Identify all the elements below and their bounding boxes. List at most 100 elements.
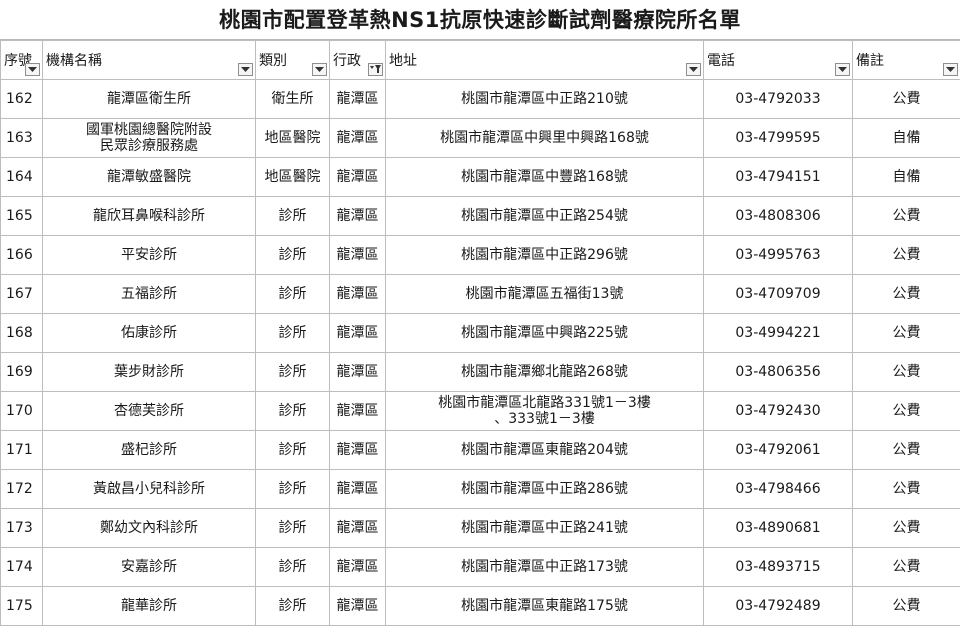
cell-category[interactable]: 衛生所 — [256, 80, 330, 119]
cell-name[interactable]: 龍潭敏盛醫院 — [43, 158, 256, 197]
cell-address[interactable]: 桃園市龍潭區東龍路175號 — [386, 587, 704, 626]
cell-phone[interactable]: 03-4792061 — [704, 431, 853, 470]
cell-category[interactable]: 診所 — [256, 353, 330, 392]
cell-note[interactable]: 公費 — [853, 80, 960, 119]
cell-district[interactable]: 龍潭區 — [330, 431, 386, 470]
cell-address[interactable]: 桃園市龍潭區東龍路204號 — [386, 431, 704, 470]
cell-district[interactable]: 龍潭區 — [330, 119, 386, 158]
cell-district[interactable]: 龍潭區 — [330, 80, 386, 119]
cell-category[interactable]: 診所 — [256, 314, 330, 353]
cell-category[interactable]: 診所 — [256, 392, 330, 431]
cell-seq[interactable]: 175 — [1, 587, 43, 626]
cell-note[interactable]: 自備 — [853, 119, 960, 158]
cell-note[interactable]: 自備 — [853, 158, 960, 197]
cell-category[interactable]: 地區醫院 — [256, 119, 330, 158]
cell-seq[interactable]: 162 — [1, 80, 43, 119]
cell-note[interactable]: 公費 — [853, 275, 960, 314]
cell-seq[interactable]: 164 — [1, 158, 43, 197]
cell-seq[interactable]: 169 — [1, 353, 43, 392]
cell-name[interactable]: 杏德芙診所 — [43, 392, 256, 431]
filter-dropdown-icon[interactable] — [943, 63, 958, 76]
cell-district[interactable]: 龍潭區 — [330, 548, 386, 587]
cell-address[interactable]: 桃園市龍潭區中正路296號 — [386, 236, 704, 275]
cell-seq[interactable]: 167 — [1, 275, 43, 314]
cell-name[interactable]: 鄭幼文內科診所 — [43, 509, 256, 548]
cell-district[interactable]: 龍潭區 — [330, 509, 386, 548]
cell-address[interactable]: 桃園市龍潭區五福街13號 — [386, 275, 704, 314]
cell-district[interactable]: 龍潭區 — [330, 587, 386, 626]
cell-note[interactable]: 公費 — [853, 236, 960, 275]
cell-district[interactable]: 龍潭區 — [330, 197, 386, 236]
cell-name[interactable]: 五福診所 — [43, 275, 256, 314]
cell-category[interactable]: 診所 — [256, 548, 330, 587]
cell-address[interactable]: 桃園市龍潭區中興路225號 — [386, 314, 704, 353]
cell-name[interactable]: 平安診所 — [43, 236, 256, 275]
cell-category[interactable]: 診所 — [256, 275, 330, 314]
cell-seq[interactable]: 163 — [1, 119, 43, 158]
cell-note[interactable]: 公費 — [853, 470, 960, 509]
cell-name[interactable]: 安嘉診所 — [43, 548, 256, 587]
filter-dropdown-icon[interactable] — [312, 63, 327, 76]
cell-district[interactable]: 龍潭區 — [330, 392, 386, 431]
cell-district[interactable]: 龍潭區 — [330, 353, 386, 392]
cell-phone[interactable]: 03-4794151 — [704, 158, 853, 197]
cell-phone[interactable]: 03-4890681 — [704, 509, 853, 548]
cell-category[interactable]: 地區醫院 — [256, 158, 330, 197]
cell-address[interactable]: 桃園市龍潭區中正路286號 — [386, 470, 704, 509]
cell-category[interactable]: 診所 — [256, 197, 330, 236]
cell-note[interactable]: 公費 — [853, 353, 960, 392]
cell-address[interactable]: 桃園市龍潭鄉北龍路268號 — [386, 353, 704, 392]
cell-name[interactable]: 盛杞診所 — [43, 431, 256, 470]
cell-name[interactable]: 佑康診所 — [43, 314, 256, 353]
cell-category[interactable]: 診所 — [256, 470, 330, 509]
cell-district[interactable]: 龍潭區 — [330, 470, 386, 509]
filter-dropdown-icon[interactable] — [835, 63, 850, 76]
cell-seq[interactable]: 170 — [1, 392, 43, 431]
cell-note[interactable]: 公費 — [853, 197, 960, 236]
cell-note[interactable]: 公費 — [853, 314, 960, 353]
cell-address[interactable]: 桃園市龍潭區中興里中興路168號 — [386, 119, 704, 158]
cell-seq[interactable]: 173 — [1, 509, 43, 548]
cell-name[interactable]: 葉步財診所 — [43, 353, 256, 392]
cell-seq[interactable]: 174 — [1, 548, 43, 587]
cell-phone[interactable]: 03-4792430 — [704, 392, 853, 431]
cell-category[interactable]: 診所 — [256, 587, 330, 626]
cell-seq[interactable]: 171 — [1, 431, 43, 470]
cell-note[interactable]: 公費 — [853, 509, 960, 548]
cell-phone[interactable]: 03-4709709 — [704, 275, 853, 314]
cell-name[interactable]: 黃啟昌小兒科診所 — [43, 470, 256, 509]
cell-seq[interactable]: 166 — [1, 236, 43, 275]
cell-phone[interactable]: 03-4792033 — [704, 80, 853, 119]
cell-district[interactable]: 龍潭區 — [330, 314, 386, 353]
cell-category[interactable]: 診所 — [256, 509, 330, 548]
cell-seq[interactable]: 172 — [1, 470, 43, 509]
filter-active-icon[interactable] — [368, 63, 383, 76]
cell-phone[interactable]: 03-4893715 — [704, 548, 853, 587]
cell-address[interactable]: 桃園市龍潭區北龍路331號1－3樓、333號1－3樓 — [386, 392, 704, 431]
cell-note[interactable]: 公費 — [853, 392, 960, 431]
cell-phone[interactable]: 03-4995763 — [704, 236, 853, 275]
cell-name[interactable]: 龍潭區衛生所 — [43, 80, 256, 119]
cell-district[interactable]: 龍潭區 — [330, 158, 386, 197]
cell-name[interactable]: 龍華診所 — [43, 587, 256, 626]
cell-address[interactable]: 桃園市龍潭區中豐路168號 — [386, 158, 704, 197]
cell-phone[interactable]: 03-4994221 — [704, 314, 853, 353]
filter-dropdown-icon[interactable] — [25, 63, 40, 76]
cell-seq[interactable]: 165 — [1, 197, 43, 236]
cell-address[interactable]: 桃園市龍潭區中正路173號 — [386, 548, 704, 587]
cell-address[interactable]: 桃園市龍潭區中正路254號 — [386, 197, 704, 236]
cell-name[interactable]: 國軍桃園總醫院附設民眾診療服務處 — [43, 119, 256, 158]
cell-name[interactable]: 龍欣耳鼻喉科診所 — [43, 197, 256, 236]
cell-address[interactable]: 桃園市龍潭區中正路241號 — [386, 509, 704, 548]
cell-address[interactable]: 桃園市龍潭區中正路210號 — [386, 80, 704, 119]
cell-phone[interactable]: 03-4808306 — [704, 197, 853, 236]
cell-phone[interactable]: 03-4806356 — [704, 353, 853, 392]
cell-note[interactable]: 公費 — [853, 548, 960, 587]
cell-seq[interactable]: 168 — [1, 314, 43, 353]
filter-dropdown-icon[interactable] — [686, 63, 701, 76]
cell-district[interactable]: 龍潭區 — [330, 236, 386, 275]
cell-phone[interactable]: 03-4792489 — [704, 587, 853, 626]
cell-note[interactable]: 公費 — [853, 587, 960, 626]
cell-district[interactable]: 龍潭區 — [330, 275, 386, 314]
cell-category[interactable]: 診所 — [256, 236, 330, 275]
